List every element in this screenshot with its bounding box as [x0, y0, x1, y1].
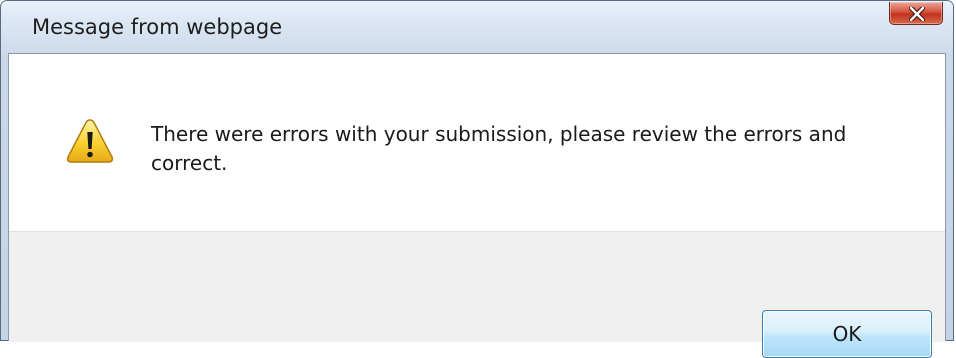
- message-text: There were errors with your submission, …: [151, 122, 847, 175]
- message-dialog: Message from webpage There were errors w…: [0, 0, 954, 358]
- dialog-title: Message from webpage: [32, 15, 283, 39]
- close-button[interactable]: [889, 2, 943, 25]
- button-bar: OK: [9, 231, 945, 358]
- title-bar[interactable]: Message from webpage: [1, 1, 953, 53]
- ok-button[interactable]: OK: [762, 310, 932, 358]
- message-area: There were errors with your submission, …: [9, 54, 945, 231]
- warning-icon: [66, 119, 114, 163]
- dialog-body: There were errors with your submission, …: [8, 53, 946, 358]
- close-icon: [909, 7, 925, 21]
